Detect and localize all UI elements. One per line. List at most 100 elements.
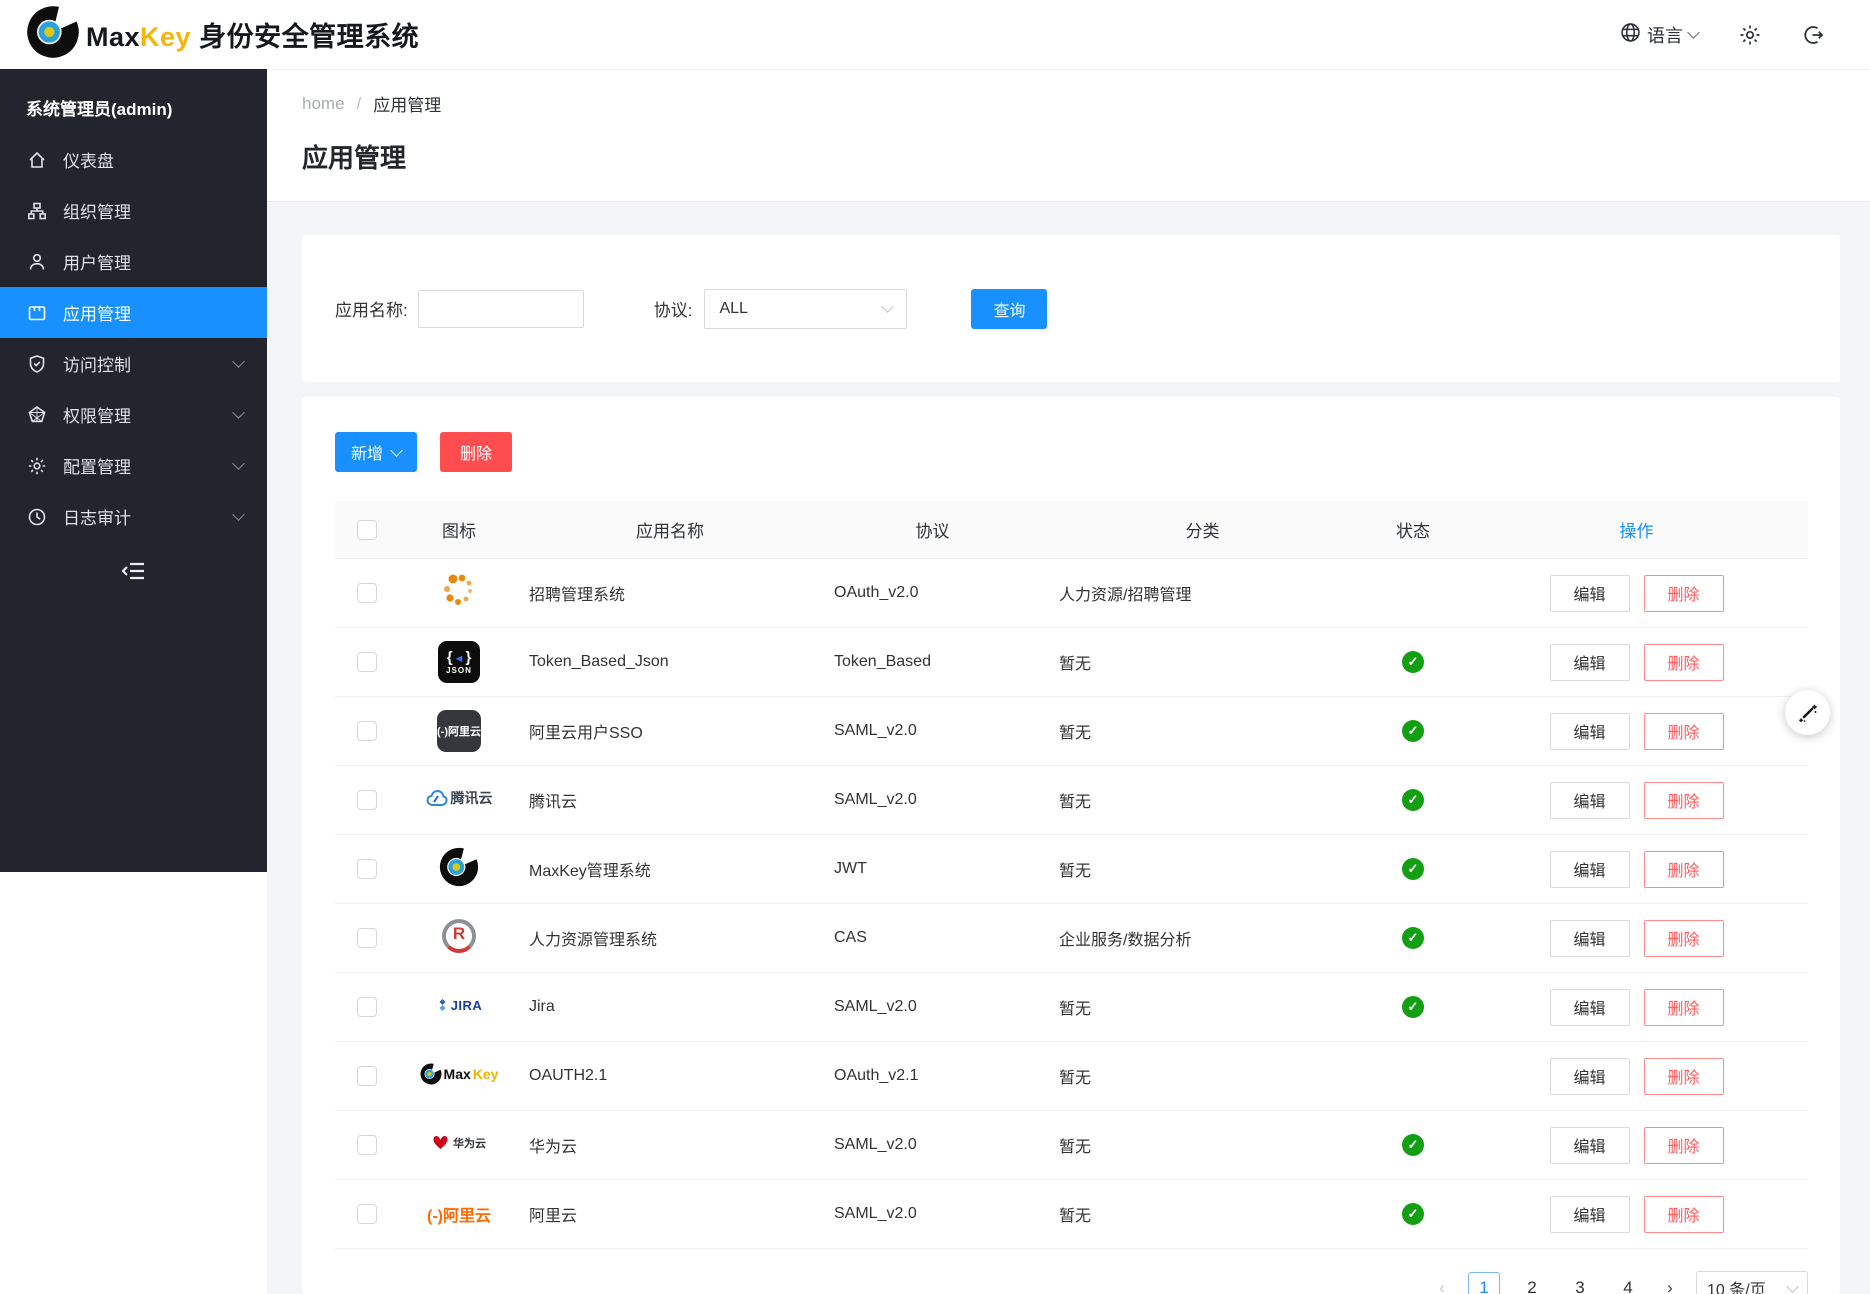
protocol-cell: CAS (821, 904, 1044, 973)
edit-button[interactable]: 编辑 (1550, 575, 1630, 612)
page-button-3[interactable]: 3 (1564, 1272, 1596, 1294)
edit-button[interactable]: 编辑 (1550, 782, 1630, 819)
main-area: home / 应用管理 应用管理 应用名称: 协议: ALL 查询 (267, 69, 1870, 1294)
row-checkbox[interactable] (357, 997, 377, 1017)
column-operations: 操作 (1465, 501, 1808, 559)
row-checkbox[interactable] (357, 721, 377, 741)
row-checkbox[interactable] (357, 790, 377, 810)
protocol-cell: SAML_v2.0 (821, 1111, 1044, 1180)
page-size-select[interactable]: 10 条/页 (1696, 1271, 1808, 1294)
home-icon (27, 150, 47, 170)
sidebar-item-label: 应用管理 (63, 300, 131, 325)
app-name-label: 应用名称: (335, 296, 408, 321)
protocol-cell: SAML_v2.0 (821, 973, 1044, 1042)
sidebar-item-5[interactable]: 权限管理 (0, 389, 267, 440)
bulk-delete-button[interactable]: 删除 (440, 432, 512, 472)
edit-button[interactable]: 编辑 (1550, 989, 1630, 1026)
row-checkbox[interactable] (357, 1135, 377, 1155)
delete-row-button[interactable]: 删除 (1644, 989, 1724, 1026)
jira-icon: JIRA (436, 998, 483, 1013)
sidebar-nav: 仪表盘组织管理用户管理应用管理访问控制权限管理配置管理日志审计 (0, 134, 267, 542)
delete-row-button[interactable]: 删除 (1644, 1058, 1724, 1095)
page-button-2[interactable]: 2 (1516, 1272, 1548, 1294)
search-button[interactable]: 查询 (971, 289, 1047, 329)
delete-row-button[interactable]: 删除 (1644, 782, 1724, 819)
delete-row-button[interactable]: 删除 (1644, 851, 1724, 888)
app-name-input[interactable] (418, 290, 584, 328)
pagination-next-icon[interactable]: › (1660, 1278, 1680, 1294)
brand-title: MaxKey 身份安全管理系统 (86, 15, 419, 54)
add-button[interactable]: 新增 (335, 432, 417, 472)
table-row: 招聘管理系统OAuth_v2.0人力资源/招聘管理编辑删除 (335, 559, 1808, 628)
delete-row-button[interactable]: 删除 (1644, 1196, 1724, 1233)
select-all-checkbox[interactable] (357, 520, 377, 540)
status-active-icon: ✓ (1402, 1134, 1424, 1156)
table-panel: 新增 删除 图标 应用名称 协议 (302, 397, 1840, 1294)
category-cell: 暂无 (1044, 1180, 1361, 1249)
edit-button[interactable]: 编辑 (1550, 713, 1630, 750)
delete-row-button[interactable]: 删除 (1644, 644, 1724, 681)
edit-button[interactable]: 编辑 (1550, 1196, 1630, 1233)
delete-row-button[interactable]: 删除 (1644, 575, 1724, 612)
language-menu[interactable]: 语言 (1620, 22, 1698, 48)
row-checkbox[interactable] (357, 1204, 377, 1224)
protocol-select[interactable]: ALL (704, 289, 907, 329)
edit-button[interactable]: 编辑 (1550, 851, 1630, 888)
logout-icon[interactable] (1802, 23, 1826, 47)
chevron-down-icon (1687, 26, 1700, 39)
sidebar-item-3[interactable]: 应用管理 (0, 287, 267, 338)
edit-button[interactable]: 编辑 (1550, 644, 1630, 681)
page-title: 应用管理 (302, 138, 1870, 175)
pagination: ‹ 1234 › 10 条/页 (335, 1271, 1808, 1294)
huawei-cloud-icon: 华为云 (432, 1135, 486, 1151)
row-checkbox[interactable] (357, 1066, 377, 1086)
sidebar-item-2[interactable]: 用户管理 (0, 236, 267, 287)
protocol-cell: SAML_v2.0 (821, 1180, 1044, 1249)
row-checkbox[interactable] (357, 859, 377, 879)
page-button-4[interactable]: 4 (1612, 1272, 1644, 1294)
app-name-cell: 人力资源管理系统 (519, 904, 821, 973)
delete-row-button[interactable]: 删除 (1644, 713, 1724, 750)
edit-button[interactable]: 编辑 (1550, 920, 1630, 957)
app-name-cell: MaxKey管理系统 (519, 835, 821, 904)
pagination-prev-icon[interactable]: ‹ (1432, 1278, 1452, 1294)
sidebar-item-label: 日志审计 (63, 504, 131, 529)
sidebar: 系统管理员(admin) 仪表盘组织管理用户管理应用管理访问控制权限管理配置管理… (0, 69, 267, 872)
edit-button[interactable]: 编辑 (1550, 1058, 1630, 1095)
column-category: 分类 (1044, 501, 1361, 559)
edit-button[interactable]: 编辑 (1550, 1127, 1630, 1164)
status-active-icon: ✓ (1402, 858, 1424, 880)
maxkey-icon (439, 847, 479, 887)
sidebar-item-7[interactable]: 日志审计 (0, 491, 267, 542)
sidebar-item-label: 用户管理 (63, 249, 131, 274)
sidebar-item-0[interactable]: 仪表盘 (0, 134, 267, 185)
sidebar-collapse-icon[interactable] (114, 560, 154, 582)
row-checkbox[interactable] (357, 652, 377, 672)
sidebar-item-1[interactable]: 组织管理 (0, 185, 267, 236)
column-icon: 图标 (399, 501, 519, 559)
category-cell: 暂无 (1044, 835, 1361, 904)
chevron-down-icon (232, 457, 245, 470)
row-checkbox[interactable] (357, 583, 377, 603)
protocol-cell: OAuth_v2.0 (821, 559, 1044, 628)
app-name-cell: Jira (519, 973, 821, 1042)
delete-row-button[interactable]: 删除 (1644, 1127, 1724, 1164)
status-active-icon: ✓ (1402, 789, 1424, 811)
table-row: (-)阿里云阿里云SAML_v2.0暂无✓编辑删除 (335, 1180, 1808, 1249)
sidebar-item-6[interactable]: 配置管理 (0, 440, 267, 491)
toolbar: 新增 删除 (335, 432, 1808, 472)
delete-row-button[interactable]: 删除 (1644, 920, 1724, 957)
protocol-label: 协议: (654, 296, 693, 321)
magic-wand-button[interactable] (1785, 690, 1830, 735)
row-checkbox[interactable] (357, 928, 377, 948)
table-row: {◄}JSONToken_Based_JsonToken_Based暂无✓编辑删… (335, 628, 1808, 697)
app-icon (27, 303, 47, 323)
page-button-1[interactable]: 1 (1468, 1272, 1500, 1294)
protocol-cell: JWT (821, 835, 1044, 904)
settings-gear-icon[interactable] (1738, 23, 1762, 47)
breadcrumb: home / 应用管理 (302, 91, 1870, 116)
apps-table: 图标 应用名称 协议 分类 状态 操作 招聘管理系统OAuth_v2.0人力资源… (335, 501, 1808, 1249)
app-name-cell: 腾讯云 (519, 766, 821, 835)
sidebar-item-4[interactable]: 访问控制 (0, 338, 267, 389)
breadcrumb-home-link[interactable]: home (302, 94, 345, 114)
